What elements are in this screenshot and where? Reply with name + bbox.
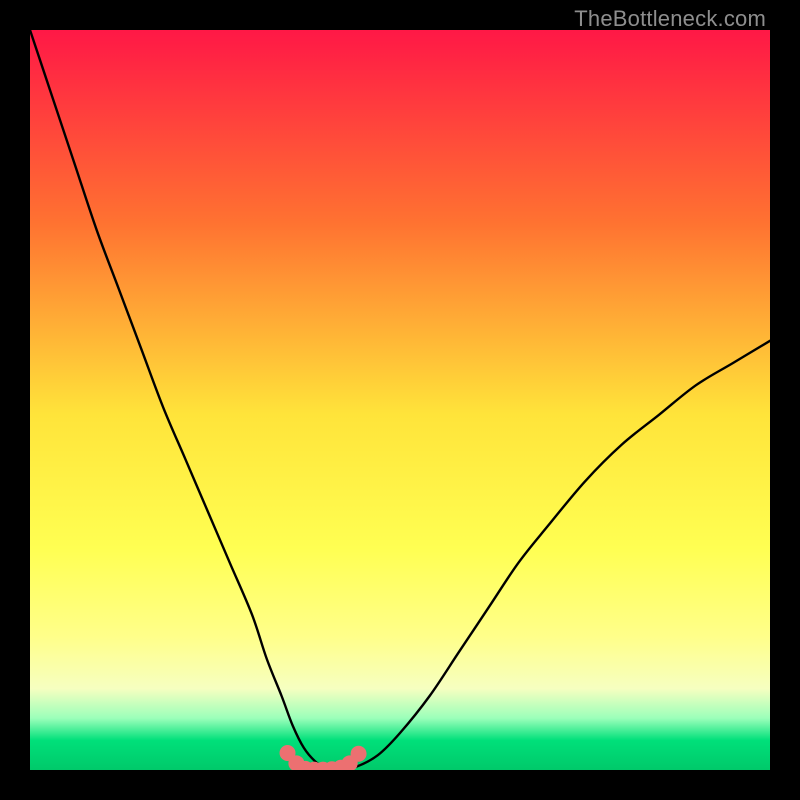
- chart-frame: [30, 30, 770, 770]
- marker-dot: [351, 746, 367, 762]
- gradient-background: [30, 30, 770, 770]
- bottleneck-chart: [30, 30, 770, 770]
- watermark-text: TheBottleneck.com: [574, 6, 766, 32]
